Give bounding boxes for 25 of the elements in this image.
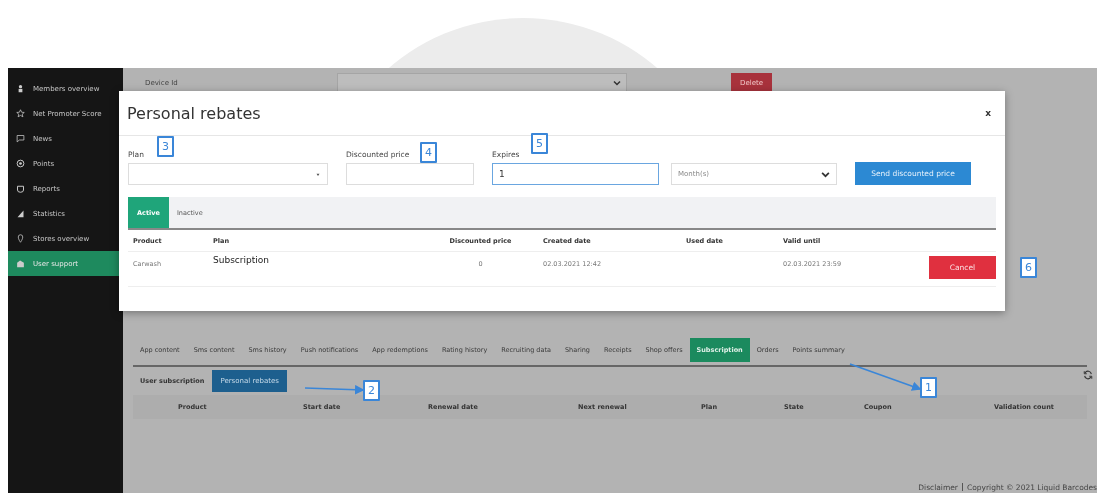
annotation-marker: 6 [1020, 257, 1037, 278]
chevron-icon [613, 80, 621, 86]
annotation-marker: 4 [420, 142, 437, 163]
input-field[interactable] [346, 163, 474, 185]
refresh-icon[interactable] [1083, 370, 1093, 380]
chevron-icon [821, 171, 830, 178]
bar-chart-icon [16, 209, 25, 218]
annotation-arrow [304, 384, 365, 395]
close-button[interactable]: x [981, 106, 995, 120]
device-select[interactable] [337, 73, 627, 93]
house-icon [16, 259, 25, 268]
input-field[interactable]: 1 [492, 163, 659, 185]
annotation-marker: 2 [363, 380, 380, 401]
speech-bubble-icon [16, 134, 25, 143]
select-field[interactable] [128, 163, 328, 185]
target-icon [16, 159, 25, 168]
annotation-marker: 5 [531, 133, 548, 154]
table-cell-text: Subscription [212, 254, 270, 265]
pin-icon [16, 234, 25, 243]
annotation-marker: 3 [157, 136, 174, 157]
caret-icon [315, 172, 321, 177]
modal-title: Personal rebates [127, 103, 261, 123]
annotation-marker: 1 [920, 377, 937, 398]
star-icon [16, 109, 25, 118]
person-icon [16, 84, 25, 93]
